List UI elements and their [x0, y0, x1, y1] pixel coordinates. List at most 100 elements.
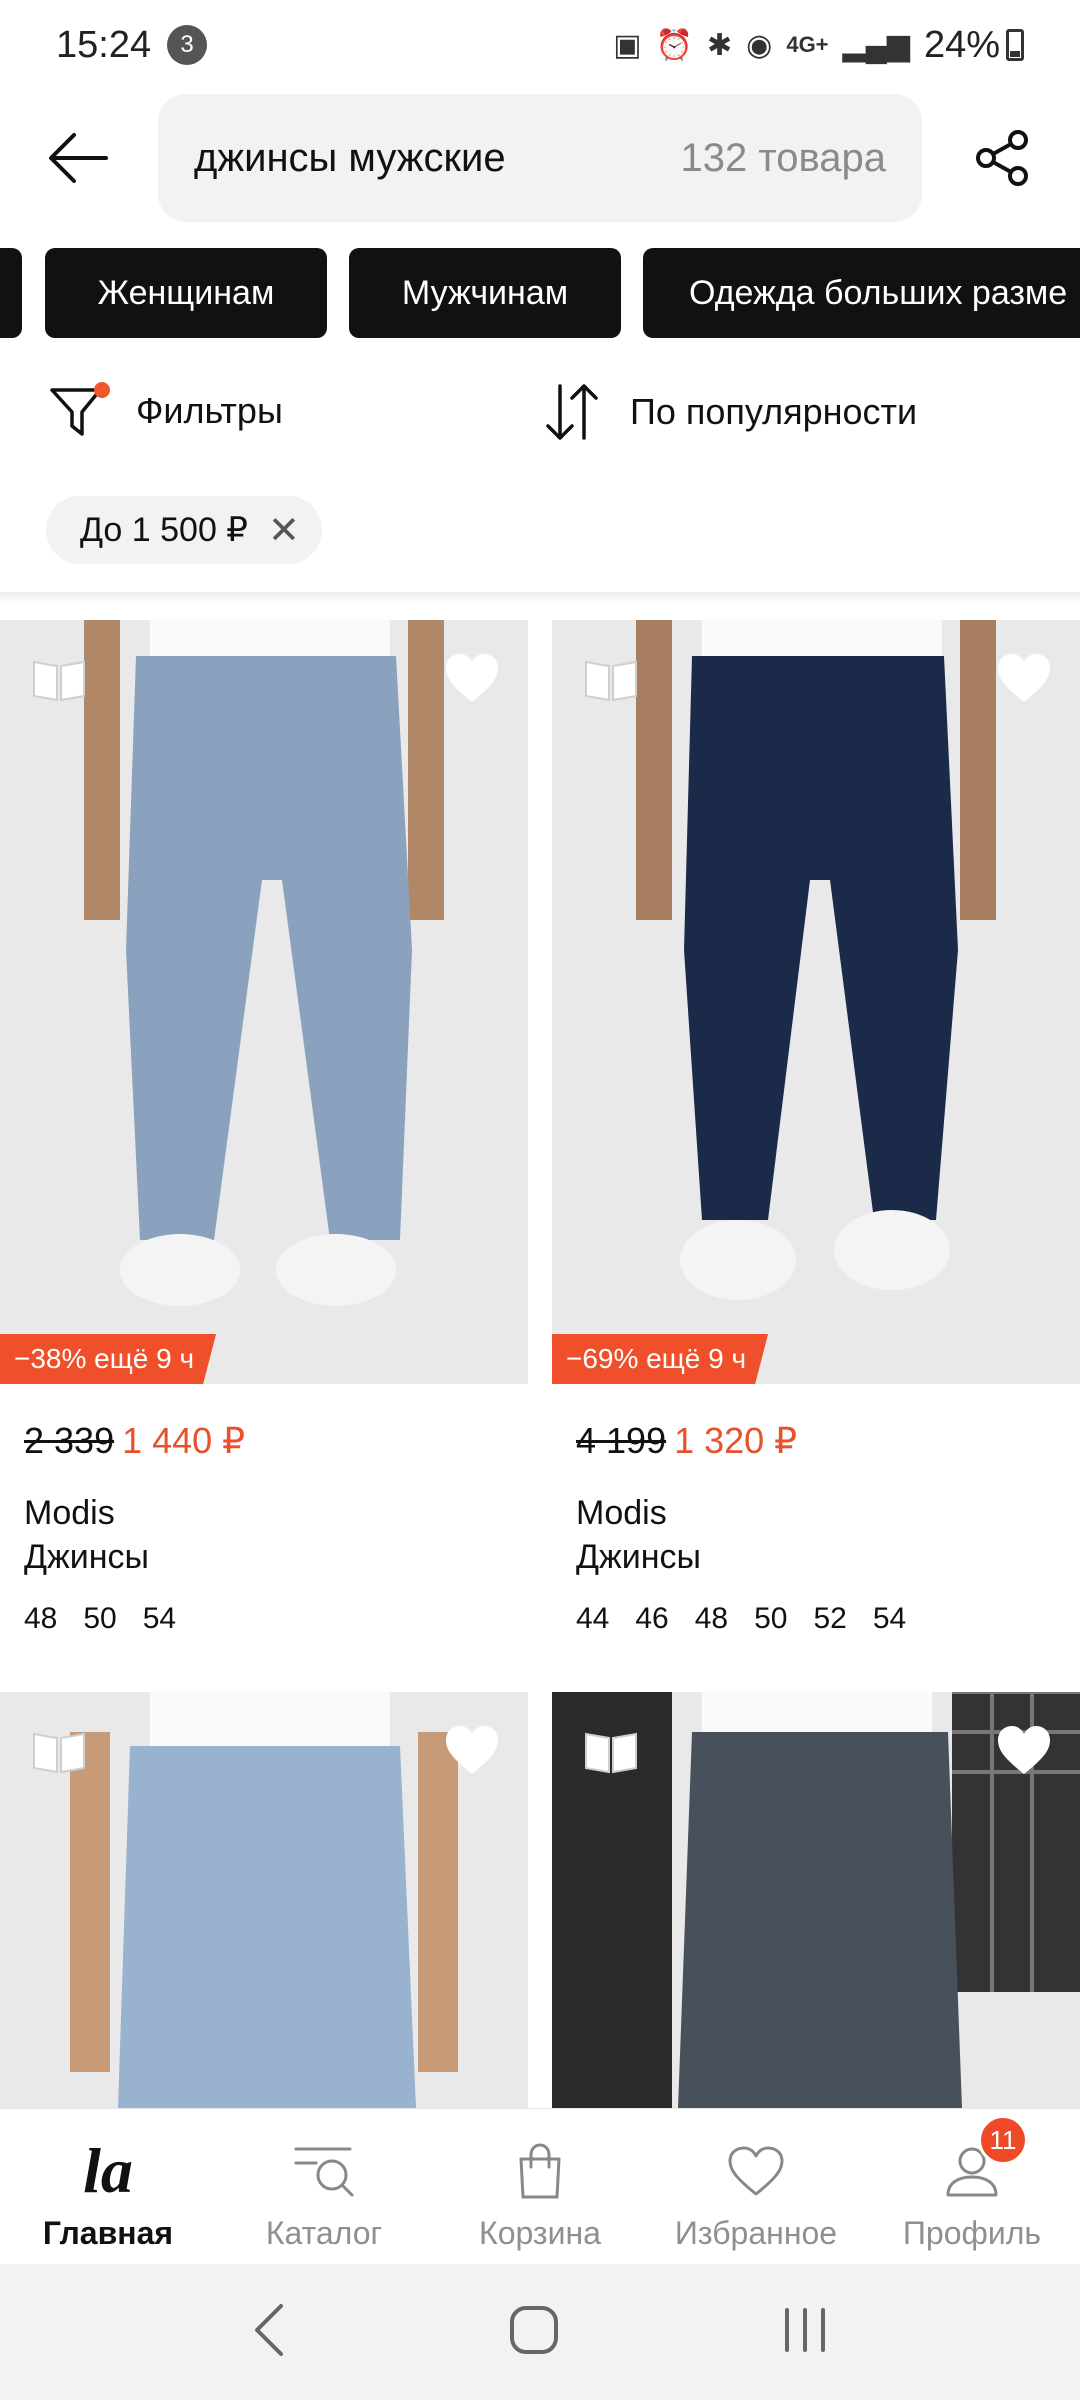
sort-arrows-icon [546, 384, 598, 440]
notification-count-badge: 3 [167, 25, 208, 65]
book-icon [582, 1728, 640, 1781]
product-type: Джинсы [576, 1538, 701, 1576]
recents-icon [785, 2307, 826, 2352]
search-header: джинсы мужские 132 товара [0, 92, 1080, 222]
product-photo[interactable] [552, 1692, 1080, 2108]
battery-indicator: 24% [924, 24, 1024, 67]
sim-icon: ▣ [613, 28, 642, 62]
price-filter-chip[interactable]: До 1 500 ₽ ✕ [46, 496, 322, 564]
alarm-icon: ⏰ [655, 28, 693, 62]
home-circle-icon [509, 2305, 558, 2354]
jeans-shape [678, 1732, 962, 2108]
old-price: 4 199 [576, 1420, 667, 1461]
shopping-bag-icon [513, 2137, 567, 2205]
profile-notification-badge: 11 [978, 2115, 1028, 2165]
sort-button[interactable]: По популярности [540, 380, 917, 444]
search-field[interactable]: джинсы мужские 132 товара [158, 94, 922, 222]
system-recents-button[interactable] [779, 2304, 831, 2361]
catalog-search-icon [292, 2137, 356, 2205]
size-option: 54 [142, 1602, 177, 1635]
tab-home-label: Главная [42, 2215, 174, 2251]
system-home-button[interactable] [506, 2302, 562, 2363]
discount-timer-badge: −69% ещё 9 ч [552, 1334, 769, 1384]
filters-button[interactable]: Фильтры [48, 380, 283, 442]
la-logo-icon: la [83, 2137, 133, 2205]
jeans-shape [126, 656, 412, 1240]
hotspot-icon: ◉ [746, 28, 773, 62]
tab-favorites[interactable]: Избранное [648, 2109, 864, 2264]
product-card[interactable] [552, 1692, 1080, 2108]
book-icon [30, 656, 88, 709]
old-price: 2 339 [24, 1420, 115, 1461]
jeans-shape [118, 1746, 416, 2108]
jeans-image [636, 620, 996, 1300]
status-bar: 15:24 3 ▣ ⏰ ✱ ◉ 4G+ ▂▄▆ 24% [0, 0, 1080, 90]
share-icon [976, 130, 1028, 186]
size-option: 50 [83, 1602, 117, 1635]
product-card[interactable]: −38% ещё 9 ч 2 339 1 440 ₽ Modis Джинсы … [0, 620, 528, 1650]
funnel-icon [48, 380, 110, 442]
product-card[interactable]: −69% ещё 9 ч 4 199 1 320 ₽ Modis Джинсы … [552, 620, 1080, 1650]
category-chips: Женщинам Мужчинам Одежда больших разме [0, 248, 1080, 338]
size-option: 50 [754, 1602, 788, 1635]
home-logo: la [83, 2135, 133, 2206]
size-option: 52 [813, 1602, 847, 1635]
jeans-image [84, 620, 444, 1306]
product-photo[interactable] [0, 1692, 528, 2108]
favorite-heart-icon[interactable] [442, 1722, 502, 1783]
size-option: 48 [694, 1602, 729, 1635]
favorite-heart-icon[interactable] [994, 650, 1054, 711]
discount-timer-badge: −38% ещё 9 ч [0, 1334, 217, 1384]
price-row: 4 199 1 320 ₽ [576, 1420, 797, 1462]
size-option: 48 [24, 1602, 58, 1635]
category-chip-men[interactable]: Мужчинам [349, 248, 621, 338]
size-list: 48 50 54 [24, 1602, 176, 1636]
product-brand: Modis [576, 1494, 667, 1532]
heart-icon [726, 2137, 786, 2205]
divider [0, 592, 1080, 604]
jeans-shape [684, 656, 958, 1220]
category-chip-plus-size[interactable]: Одежда больших разме [643, 248, 1080, 338]
tab-cart-label: Корзина [479, 2215, 601, 2251]
tab-home[interactable]: la Главная [0, 2109, 216, 2264]
price-row: 2 339 1 440 ₽ [24, 1420, 245, 1462]
sale-price: 1 320 ₽ [674, 1420, 798, 1461]
product-photo[interactable]: −38% ещё 9 ч [0, 620, 528, 1384]
tab-cart[interactable]: Корзина [432, 2109, 648, 2264]
battery-percent: 24% [923, 23, 1000, 66]
product-photo[interactable]: −69% ещё 9 ч [552, 620, 1080, 1384]
back-button[interactable] [40, 120, 116, 196]
status-time: 15:24 [56, 23, 152, 66]
share-button[interactable] [964, 120, 1040, 196]
system-back-button[interactable] [249, 2302, 289, 2363]
category-chip-women[interactable]: Женщинам [45, 248, 327, 338]
tab-profile-label: Профиль [902, 2215, 1042, 2251]
tab-catalog[interactable]: Каталог [216, 2109, 432, 2264]
close-icon[interactable]: ✕ [268, 508, 300, 553]
sale-price: 1 440 ₽ [122, 1420, 246, 1461]
network-type: 4G+ [786, 32, 829, 57]
favorite-heart-icon[interactable] [994, 1722, 1054, 1783]
bottom-tab-bar: la Главная Каталог Корзина Избранное 11 … [0, 2108, 1080, 2264]
system-nav-bar [0, 2264, 1080, 2400]
filter-active-dot [94, 382, 110, 398]
book-icon [30, 1728, 88, 1781]
arrow-left-icon [49, 133, 108, 183]
product-type: Джинсы [24, 1538, 149, 1576]
size-option: 44 [576, 1602, 610, 1635]
signal-icon: ▂▄▆ [842, 28, 910, 62]
sort-label: По популярности [630, 391, 918, 432]
favorite-heart-icon[interactable] [442, 650, 502, 711]
tab-profile[interactable]: 11 Профиль [864, 2109, 1080, 2264]
result-count: 132 товара [680, 135, 886, 180]
status-icons: ▣ ⏰ ✱ ◉ 4G+ ▂▄▆ 24% [613, 24, 1024, 67]
bluetooth-icon: ✱ [707, 28, 733, 62]
product-brand: Modis [24, 1494, 115, 1532]
book-icon [582, 656, 640, 709]
size-option: 46 [635, 1602, 669, 1635]
product-card[interactable] [0, 1692, 528, 2108]
battery-icon [1006, 29, 1024, 61]
category-chip-partial[interactable] [0, 248, 22, 338]
filters-label: Фильтры [136, 390, 283, 431]
price-filter-label: До 1 500 ₽ [80, 511, 248, 549]
